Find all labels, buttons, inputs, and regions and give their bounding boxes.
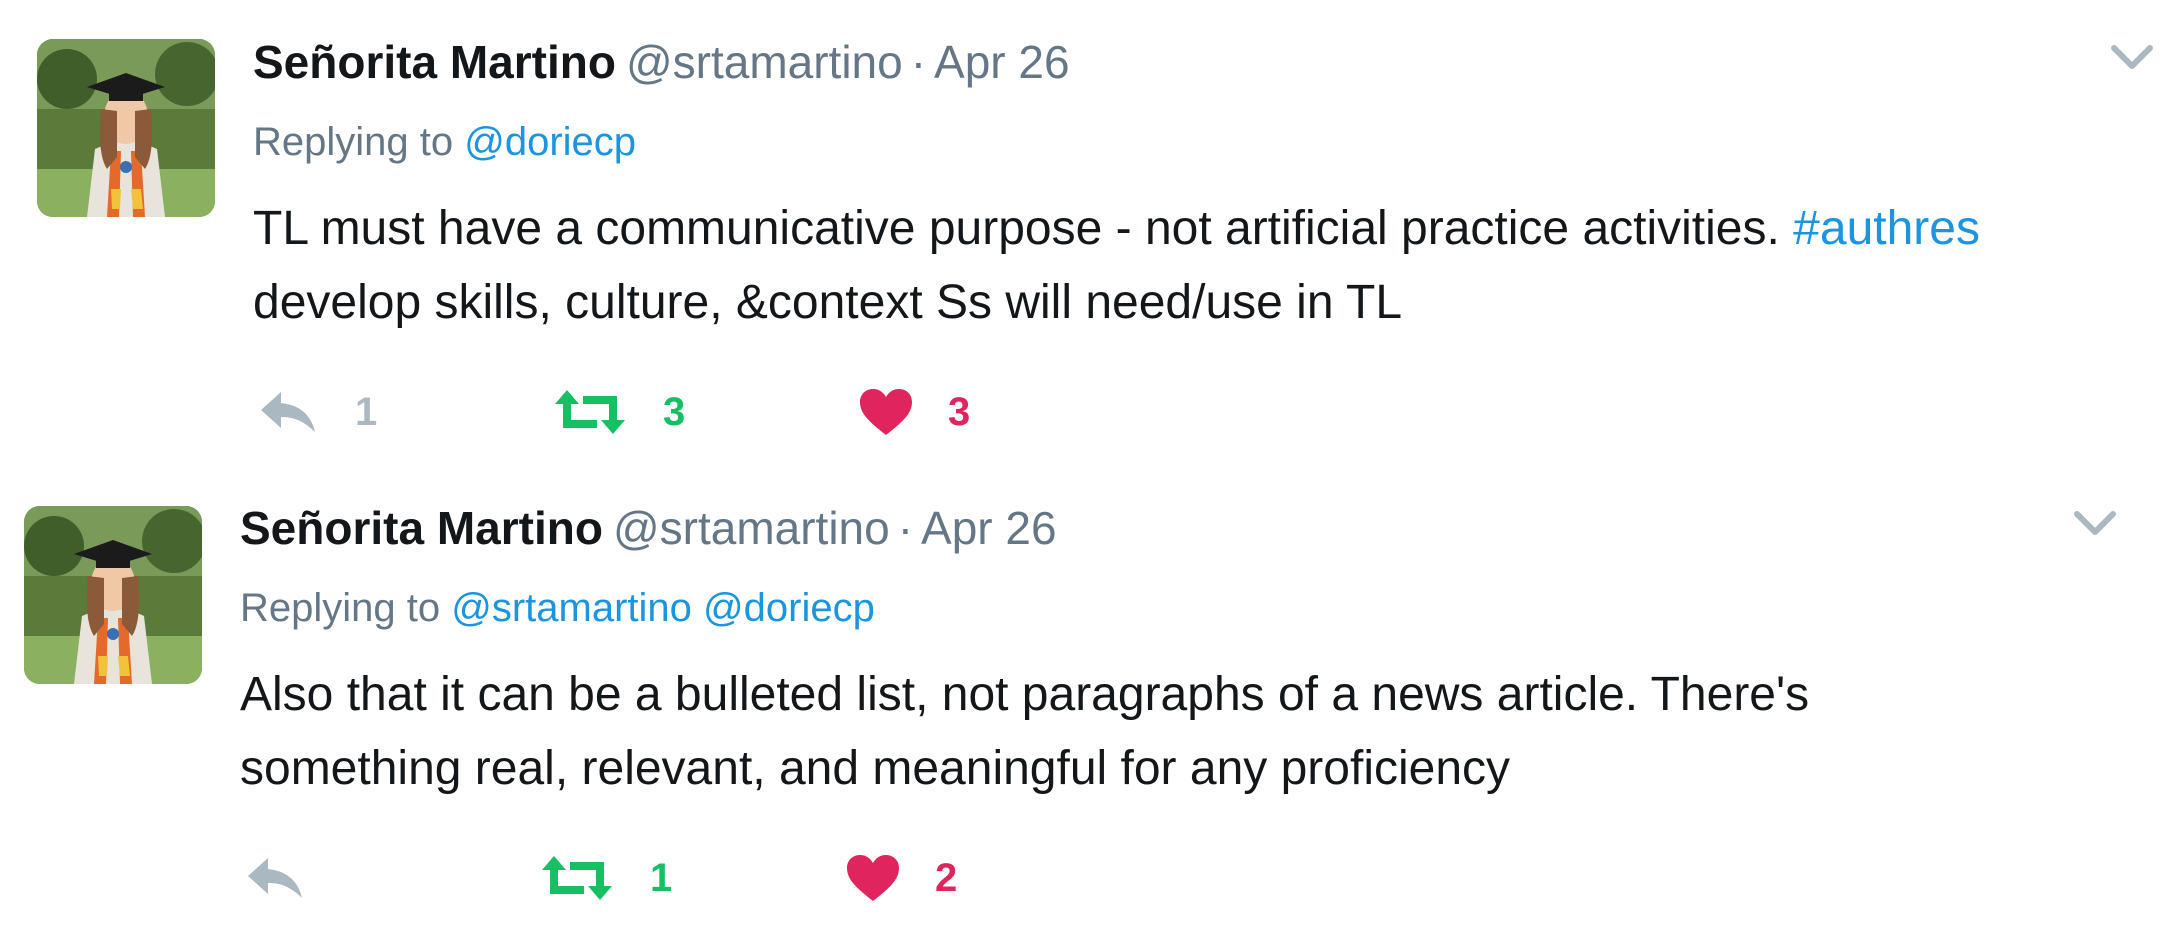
tweet-actions: 1 3 3 — [253, 382, 1253, 442]
tweet-date[interactable]: Apr 26 — [934, 36, 1070, 88]
author-handle[interactable]: @srtamartino — [626, 36, 903, 88]
text-segment: Also that it can be a bulleted list, not… — [240, 668, 1810, 721]
tweet-text: Also that it can be a bulleted list, not… — [240, 658, 2140, 806]
replying-to: Replying to @srtamartino @doriecp — [240, 584, 875, 632]
tweet-text: TL must have a communicative purpose - n… — [253, 192, 2153, 340]
separator: · — [897, 502, 914, 554]
replying-to: Replying to @doriecp — [253, 118, 636, 166]
retweet-icon — [542, 856, 612, 900]
heart-icon — [860, 389, 912, 435]
reply-icon — [261, 392, 315, 432]
retweet-icon — [555, 390, 625, 434]
reply-count: 1 — [355, 389, 378, 434]
tweet-header: Señorita Martino @srtamartino · Apr 26 — [253, 34, 1070, 90]
separator: · — [910, 36, 927, 88]
mention-link[interactable]: @doriecp — [464, 120, 636, 164]
like-count: 2 — [935, 855, 958, 900]
tweet[interactable]: Señorita Martino @srtamartino · Apr 26 Repl… — [0, 466, 2160, 926]
replying-label: Replying to — [240, 586, 441, 630]
hashtag-link[interactable]: #authres — [1793, 202, 1980, 255]
reply-button[interactable] — [246, 848, 342, 908]
replying-label: Replying to — [253, 120, 454, 164]
tweet-header: Señorita Martino @srtamartino · Apr 26 — [240, 500, 1057, 556]
like-button[interactable]: 3 — [858, 382, 970, 442]
retweet-count: 3 — [663, 389, 686, 434]
chevron-down-icon[interactable] — [2071, 506, 2119, 542]
retweet-button[interactable]: 1 — [540, 848, 672, 908]
author-name[interactable]: Señorita Martino — [240, 502, 603, 554]
like-button[interactable]: 2 — [845, 848, 957, 908]
text-segment: something real, relevant, and meaningful… — [240, 742, 1511, 795]
tweet-text-line: TL must have a communicative purpose - n… — [253, 192, 2153, 266]
reply-button[interactable]: 1 — [259, 382, 377, 442]
text-segment: develop skills, culture, &context Ss wil… — [253, 276, 1403, 329]
reply-icon — [248, 858, 302, 898]
tweet-actions: 1 2 — [240, 848, 1240, 908]
avatar[interactable] — [24, 506, 202, 684]
tweet-text-line: develop skills, culture, &context Ss wil… — [253, 266, 2153, 340]
like-count: 3 — [948, 389, 971, 434]
tweet-text-line: something real, relevant, and meaningful… — [240, 732, 2140, 806]
retweet-count: 1 — [650, 855, 673, 900]
tweet[interactable]: Señorita Martino @srtamartino · Apr 26 Repl… — [0, 0, 2160, 463]
author-handle[interactable]: @srtamartino — [613, 502, 890, 554]
author-name[interactable]: Señorita Martino — [253, 36, 616, 88]
mention-link[interactable]: @doriecp — [703, 586, 875, 630]
chevron-down-icon[interactable] — [2108, 40, 2156, 76]
avatar[interactable] — [37, 39, 215, 217]
tweet-date[interactable]: Apr 26 — [921, 502, 1057, 554]
mention-link[interactable]: @srtamartino — [451, 586, 692, 630]
heart-icon — [847, 855, 899, 901]
tweet-text-line: Also that it can be a bulleted list, not… — [240, 658, 2140, 732]
retweet-button[interactable]: 3 — [553, 382, 685, 442]
text-segment: TL must have a communicative purpose - n… — [253, 202, 1794, 255]
